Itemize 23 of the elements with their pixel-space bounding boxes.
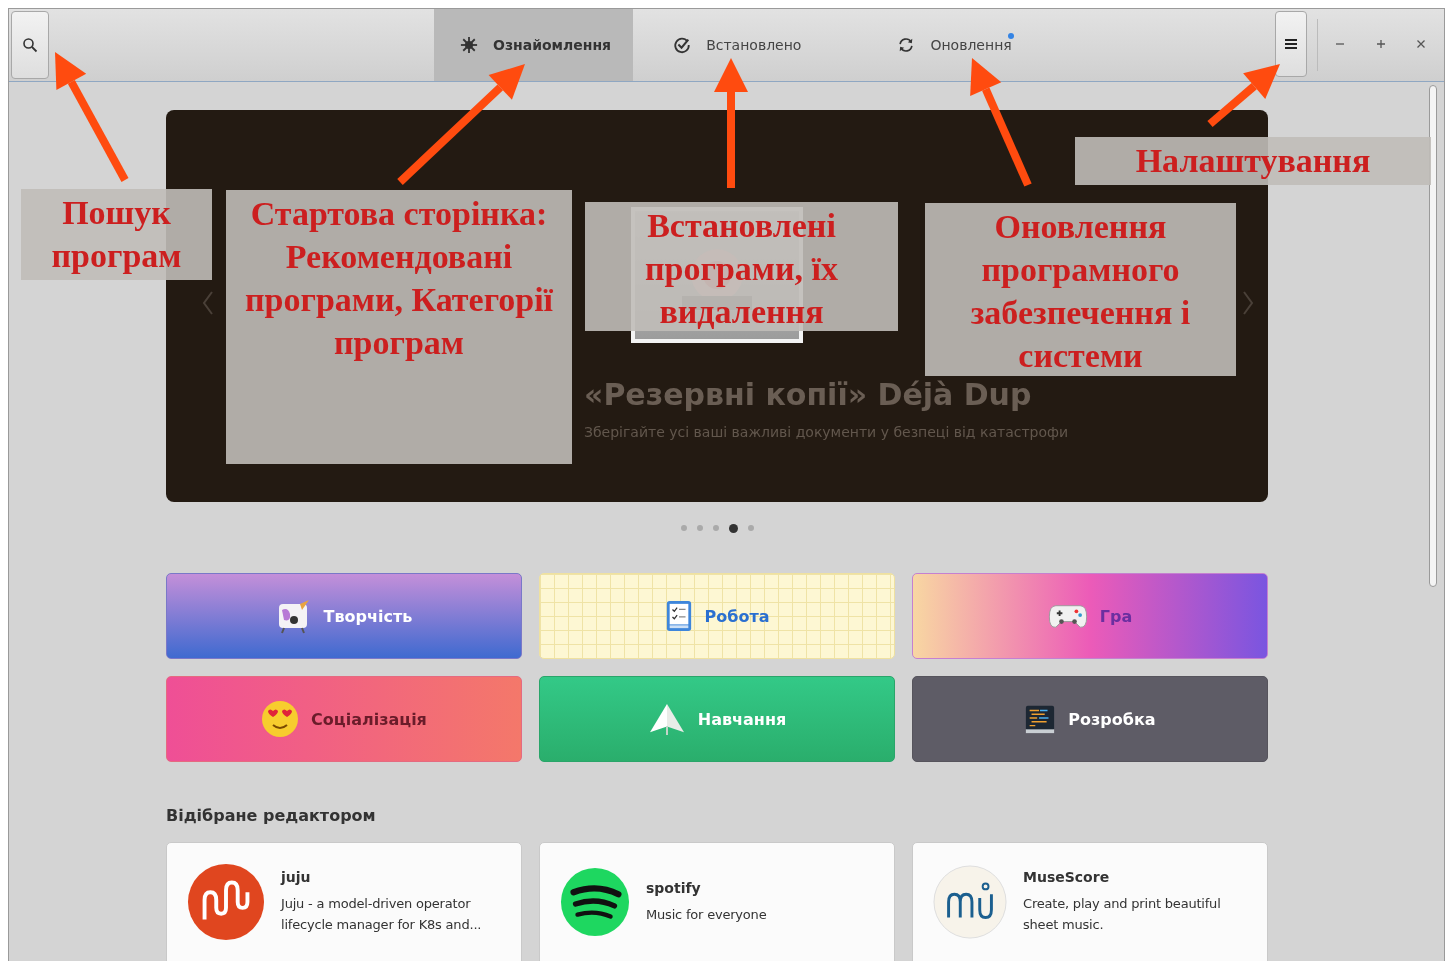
app-description: Music for everyone <box>646 905 767 924</box>
category-tile[interactable]: Соціалізація <box>166 676 522 762</box>
category-tile[interactable]: Розробка <box>912 676 1268 762</box>
annotation-label: Пошук програм <box>21 189 212 280</box>
app-card[interactable]: MuseScore Create, play and print beautiful sheet music. <box>912 842 1268 961</box>
tab[interactable]: Ознайомлення <box>434 9 634 81</box>
app-name: MuseScore <box>1023 869 1111 885</box>
category-tile[interactable]: Творчість <box>166 573 522 659</box>
app-name: spotify <box>646 879 702 896</box>
tab[interactable]: Встановлено <box>647 9 824 81</box>
app-description: Create, play and print beautiful sheet music. <box>1023 895 1222 934</box>
category-tile[interactable]: Робота <box>539 573 895 659</box>
banner-title: «Резервні копії» Déjà Dup <box>584 377 1032 412</box>
annotation-label: Налаштування <box>1075 137 1431 185</box>
annotation-label: Оновлення програмного забезпечення і системи <box>925 203 1236 376</box>
annotation-label: Встановлені програми, їх видалення <box>585 202 898 331</box>
annotation-label: Стартова сторінка: Рекомендовані програми, Категорії програм <box>226 190 572 464</box>
banner-subtitle: Зберігайте усі ваші важливі документи у безпеці від катастрофи <box>584 424 1069 440</box>
app-card[interactable]: juju Juju - a model-driven operator lifecycle manager for K8s and... <box>166 842 522 961</box>
app-description: Juju - a model-driven operator lifecycle manager for K8s and... <box>281 895 483 934</box>
section-title: Відібране редактором <box>166 806 376 826</box>
app-name: juju <box>281 869 312 885</box>
app-card[interactable]: spotify Music for everyone <box>539 842 895 961</box>
